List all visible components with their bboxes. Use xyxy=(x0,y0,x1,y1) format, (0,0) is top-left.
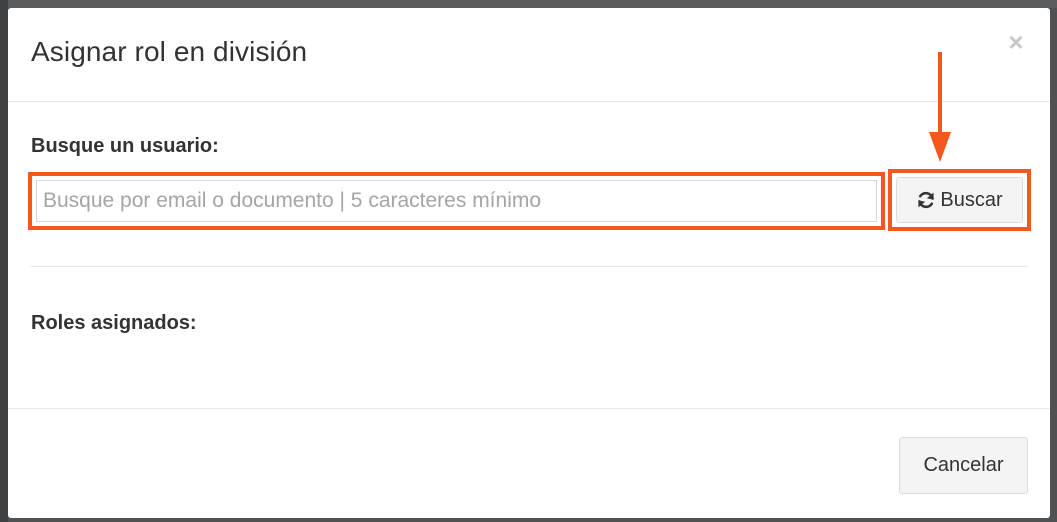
assign-role-modal: Asignar rol en división × Busque un usua… xyxy=(8,8,1050,518)
annotation-arrow-icon xyxy=(929,52,951,162)
modal-header: Asignar rol en división × xyxy=(8,8,1050,102)
close-icon[interactable]: × xyxy=(1004,29,1028,55)
search-user-label: Busque un usuario: xyxy=(31,135,219,157)
assigned-roles-label: Roles asignados: xyxy=(31,312,197,334)
search-button-highlight: Buscar xyxy=(888,169,1031,231)
search-button-label: Buscar xyxy=(940,188,1003,211)
search-input-highlight xyxy=(28,172,885,230)
modal-footer: Cancelar xyxy=(8,408,1050,518)
backdrop-left xyxy=(0,0,8,522)
backdrop-top xyxy=(0,0,1057,8)
modal-title: Asignar rol en división xyxy=(31,36,308,67)
search-input[interactable] xyxy=(36,180,877,222)
search-button[interactable]: Buscar xyxy=(896,177,1023,223)
refresh-icon xyxy=(918,191,935,209)
cancel-button[interactable]: Cancelar xyxy=(899,437,1028,494)
section-divider xyxy=(30,266,1028,267)
